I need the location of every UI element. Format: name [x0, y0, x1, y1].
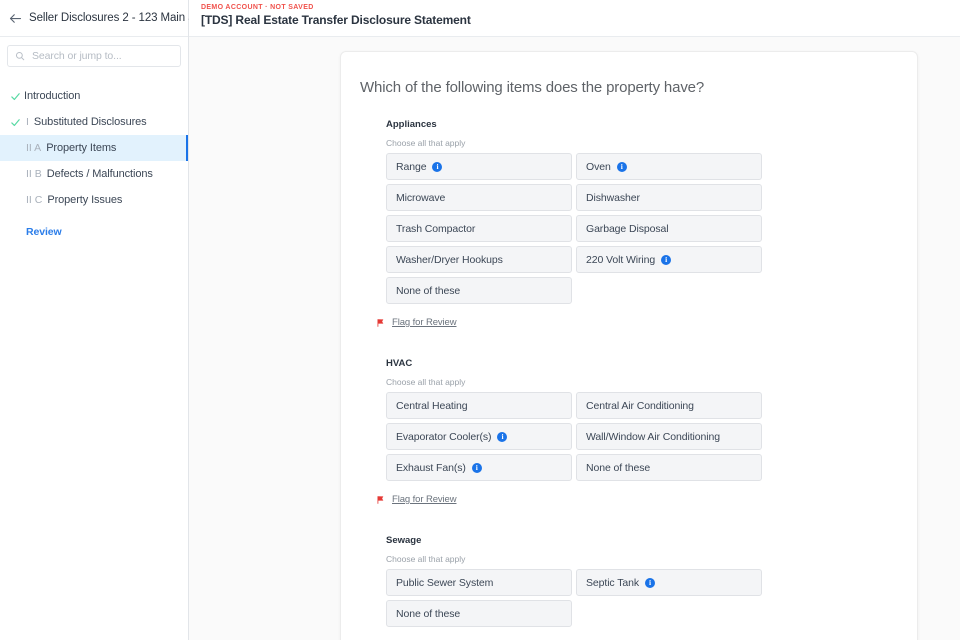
main-area: DEMO ACCOUNT · NOT SAVED [TDS] Real Esta…: [189, 0, 960, 640]
flag-for-review-label: Flag for Review: [392, 317, 457, 328]
option-washer-dryer-hookups[interactable]: Washer/Dryer Hookups: [386, 246, 572, 273]
option-oven[interactable]: Oven i: [576, 153, 762, 180]
sidebar-item-review[interactable]: Review: [0, 219, 188, 245]
option-evaporator-cooler-s[interactable]: Evaporator Cooler(s) i: [386, 423, 572, 450]
info-icon[interactable]: i: [497, 431, 508, 442]
sidebar-item-label: Introduction: [24, 90, 81, 102]
flag-for-review-label: Flag for Review: [392, 494, 457, 505]
option-public-sewer-system[interactable]: Public Sewer System: [386, 569, 572, 596]
flag-for-review-button[interactable]: Flag for Review: [376, 494, 903, 505]
sections-container: Appliances Choose all that apply Range i Ove…: [341, 119, 917, 640]
option-label: Range: [396, 160, 427, 173]
option-dishwasher[interactable]: Dishwasher: [576, 184, 762, 211]
info-icon[interactable]: i: [616, 161, 627, 172]
flag-icon: [376, 495, 387, 505]
section-title: HVAC: [386, 358, 413, 369]
option-220-volt-wiring[interactable]: 220 Volt Wiring i: [576, 246, 762, 273]
section-hvac: HVAC Choose all that apply Central Heating…: [341, 358, 917, 505]
search-placeholder: Search or jump to...: [32, 50, 122, 62]
option-label: Oven: [586, 160, 611, 173]
option-label: 220 Volt Wiring: [586, 253, 656, 266]
section-sewage: Sewage Choose all that apply Public Sewer …: [341, 535, 917, 640]
sidebar-title: Seller Disclosures 2 - 123 Main St: [29, 12, 199, 24]
options-grid: Range i Oven i Microwave Dishwasher Trash Comp…: [386, 153, 903, 304]
section-title: Sewage: [386, 535, 422, 546]
option-label: None of these: [586, 461, 651, 474]
search-icon: [15, 51, 26, 61]
sidebar-nav: Introduction I Substituted Disclosures II A…: [0, 73, 188, 245]
option-microwave[interactable]: Microwave: [386, 184, 572, 211]
option-none-of-these[interactable]: None of these: [576, 454, 762, 481]
info-icon[interactable]: i: [432, 161, 443, 172]
topbar: DEMO ACCOUNT · NOT SAVED [TDS] Real Esta…: [189, 0, 960, 37]
option-label: Wall/Window Air Conditioning: [586, 430, 720, 443]
sidebar-item-introduction[interactable]: Introduction: [0, 83, 188, 109]
section-subtitle: Choose all that apply: [386, 554, 466, 564]
option-label: Evaporator Cooler(s): [396, 430, 492, 443]
check-icon: [10, 91, 24, 102]
option-label: Trash Compactor: [396, 222, 476, 235]
section-appliances: Appliances Choose all that apply Range i Ove…: [341, 119, 917, 328]
info-icon[interactable]: i: [645, 577, 655, 588]
option-garbage-disposal[interactable]: Garbage Disposal: [576, 215, 762, 242]
option-none-of-these[interactable]: None of these: [386, 600, 572, 627]
sidebar-item-number: II B: [26, 168, 42, 180]
sidebar-item-label: Property Items: [46, 142, 117, 154]
sidebar: Seller Disclosures 2 - 123 Main St Searc…: [0, 0, 199, 640]
option-label: Central Heating: [396, 399, 468, 412]
arrow-left-icon[interactable]: [6, 9, 24, 27]
options-grid: Public Sewer System Septic Tank i None of t…: [386, 569, 903, 627]
option-label: None of these: [396, 607, 461, 620]
sidebar-item-label: Substituted Disclosures: [33, 116, 147, 128]
check-icon: [10, 117, 24, 128]
option-exhaust-fan-s[interactable]: Exhaust Fan(s) i: [386, 454, 572, 481]
section-subtitle: Choose all that apply: [386, 377, 466, 387]
sidebar-item-label: Property Issues: [47, 194, 123, 206]
flag-icon: [376, 318, 387, 328]
sidebar-item-number: I: [26, 116, 29, 128]
option-central-heating[interactable]: Central Heating: [386, 392, 572, 419]
form-canvas: Which of the following items does the pr…: [189, 37, 960, 640]
option-range[interactable]: Range i: [386, 153, 572, 180]
sidebar-header: Seller Disclosures 2 - 123 Main St: [0, 0, 199, 37]
sidebar-item-property-items[interactable]: II A Property Items: [0, 135, 188, 161]
document-title: [TDS] Real Estate Transfer Disclosure St…: [201, 13, 471, 27]
option-label: Septic Tank: [586, 576, 639, 589]
option-none-of-these[interactable]: None of these: [386, 277, 572, 304]
option-label: Dishwasher: [586, 191, 640, 204]
option-central-air-conditioning[interactable]: Central Air Conditioning: [576, 392, 762, 419]
option-label: Garbage Disposal: [586, 222, 669, 235]
sidebar-item-label: Defects / Malfunctions: [46, 168, 153, 180]
option-label: Microwave: [396, 191, 446, 204]
app-root: Seller Disclosures 2 - 123 Main St Searc…: [0, 0, 960, 640]
page-title: Which of the following items does the pr…: [360, 79, 705, 96]
search-input[interactable]: Search or jump to...: [7, 45, 181, 67]
sidebar-item-label: Review: [26, 226, 62, 238]
sidebar-item-property-issues[interactable]: II C Property Issues: [0, 187, 188, 213]
option-label: Exhaust Fan(s): [396, 461, 466, 474]
flag-for-review-button[interactable]: Flag for Review: [376, 317, 903, 328]
sidebar-item-defects-malfunctions[interactable]: II B Defects / Malfunctions: [0, 161, 188, 187]
option-septic-tank[interactable]: Septic Tank i: [576, 569, 762, 596]
info-icon[interactable]: i: [471, 462, 482, 473]
demo-account-notice: DEMO ACCOUNT · NOT SAVED: [201, 4, 314, 11]
option-label: Washer/Dryer Hookups: [396, 253, 503, 266]
section-subtitle: Choose all that apply: [386, 138, 466, 148]
option-label: Public Sewer System: [396, 576, 494, 589]
section-title: Appliances: [386, 119, 437, 130]
sidebar-item-number: II A: [26, 142, 42, 154]
sidebar-item-substituted-disclosures[interactable]: I Substituted Disclosures: [0, 109, 188, 135]
option-label: Central Air Conditioning: [586, 399, 694, 412]
form-card: Which of the following items does the pr…: [340, 51, 918, 640]
sidebar-item-number: II C: [26, 194, 43, 206]
option-trash-compactor[interactable]: Trash Compactor: [386, 215, 572, 242]
option-wall-window-air-conditioning[interactable]: Wall/Window Air Conditioning: [576, 423, 762, 450]
options-grid: Central Heating Central Air Conditioning E…: [386, 392, 903, 481]
info-icon[interactable]: i: [661, 254, 672, 265]
option-label: None of these: [396, 284, 461, 297]
sidebar-search-wrapper: Search or jump to...: [0, 37, 188, 73]
